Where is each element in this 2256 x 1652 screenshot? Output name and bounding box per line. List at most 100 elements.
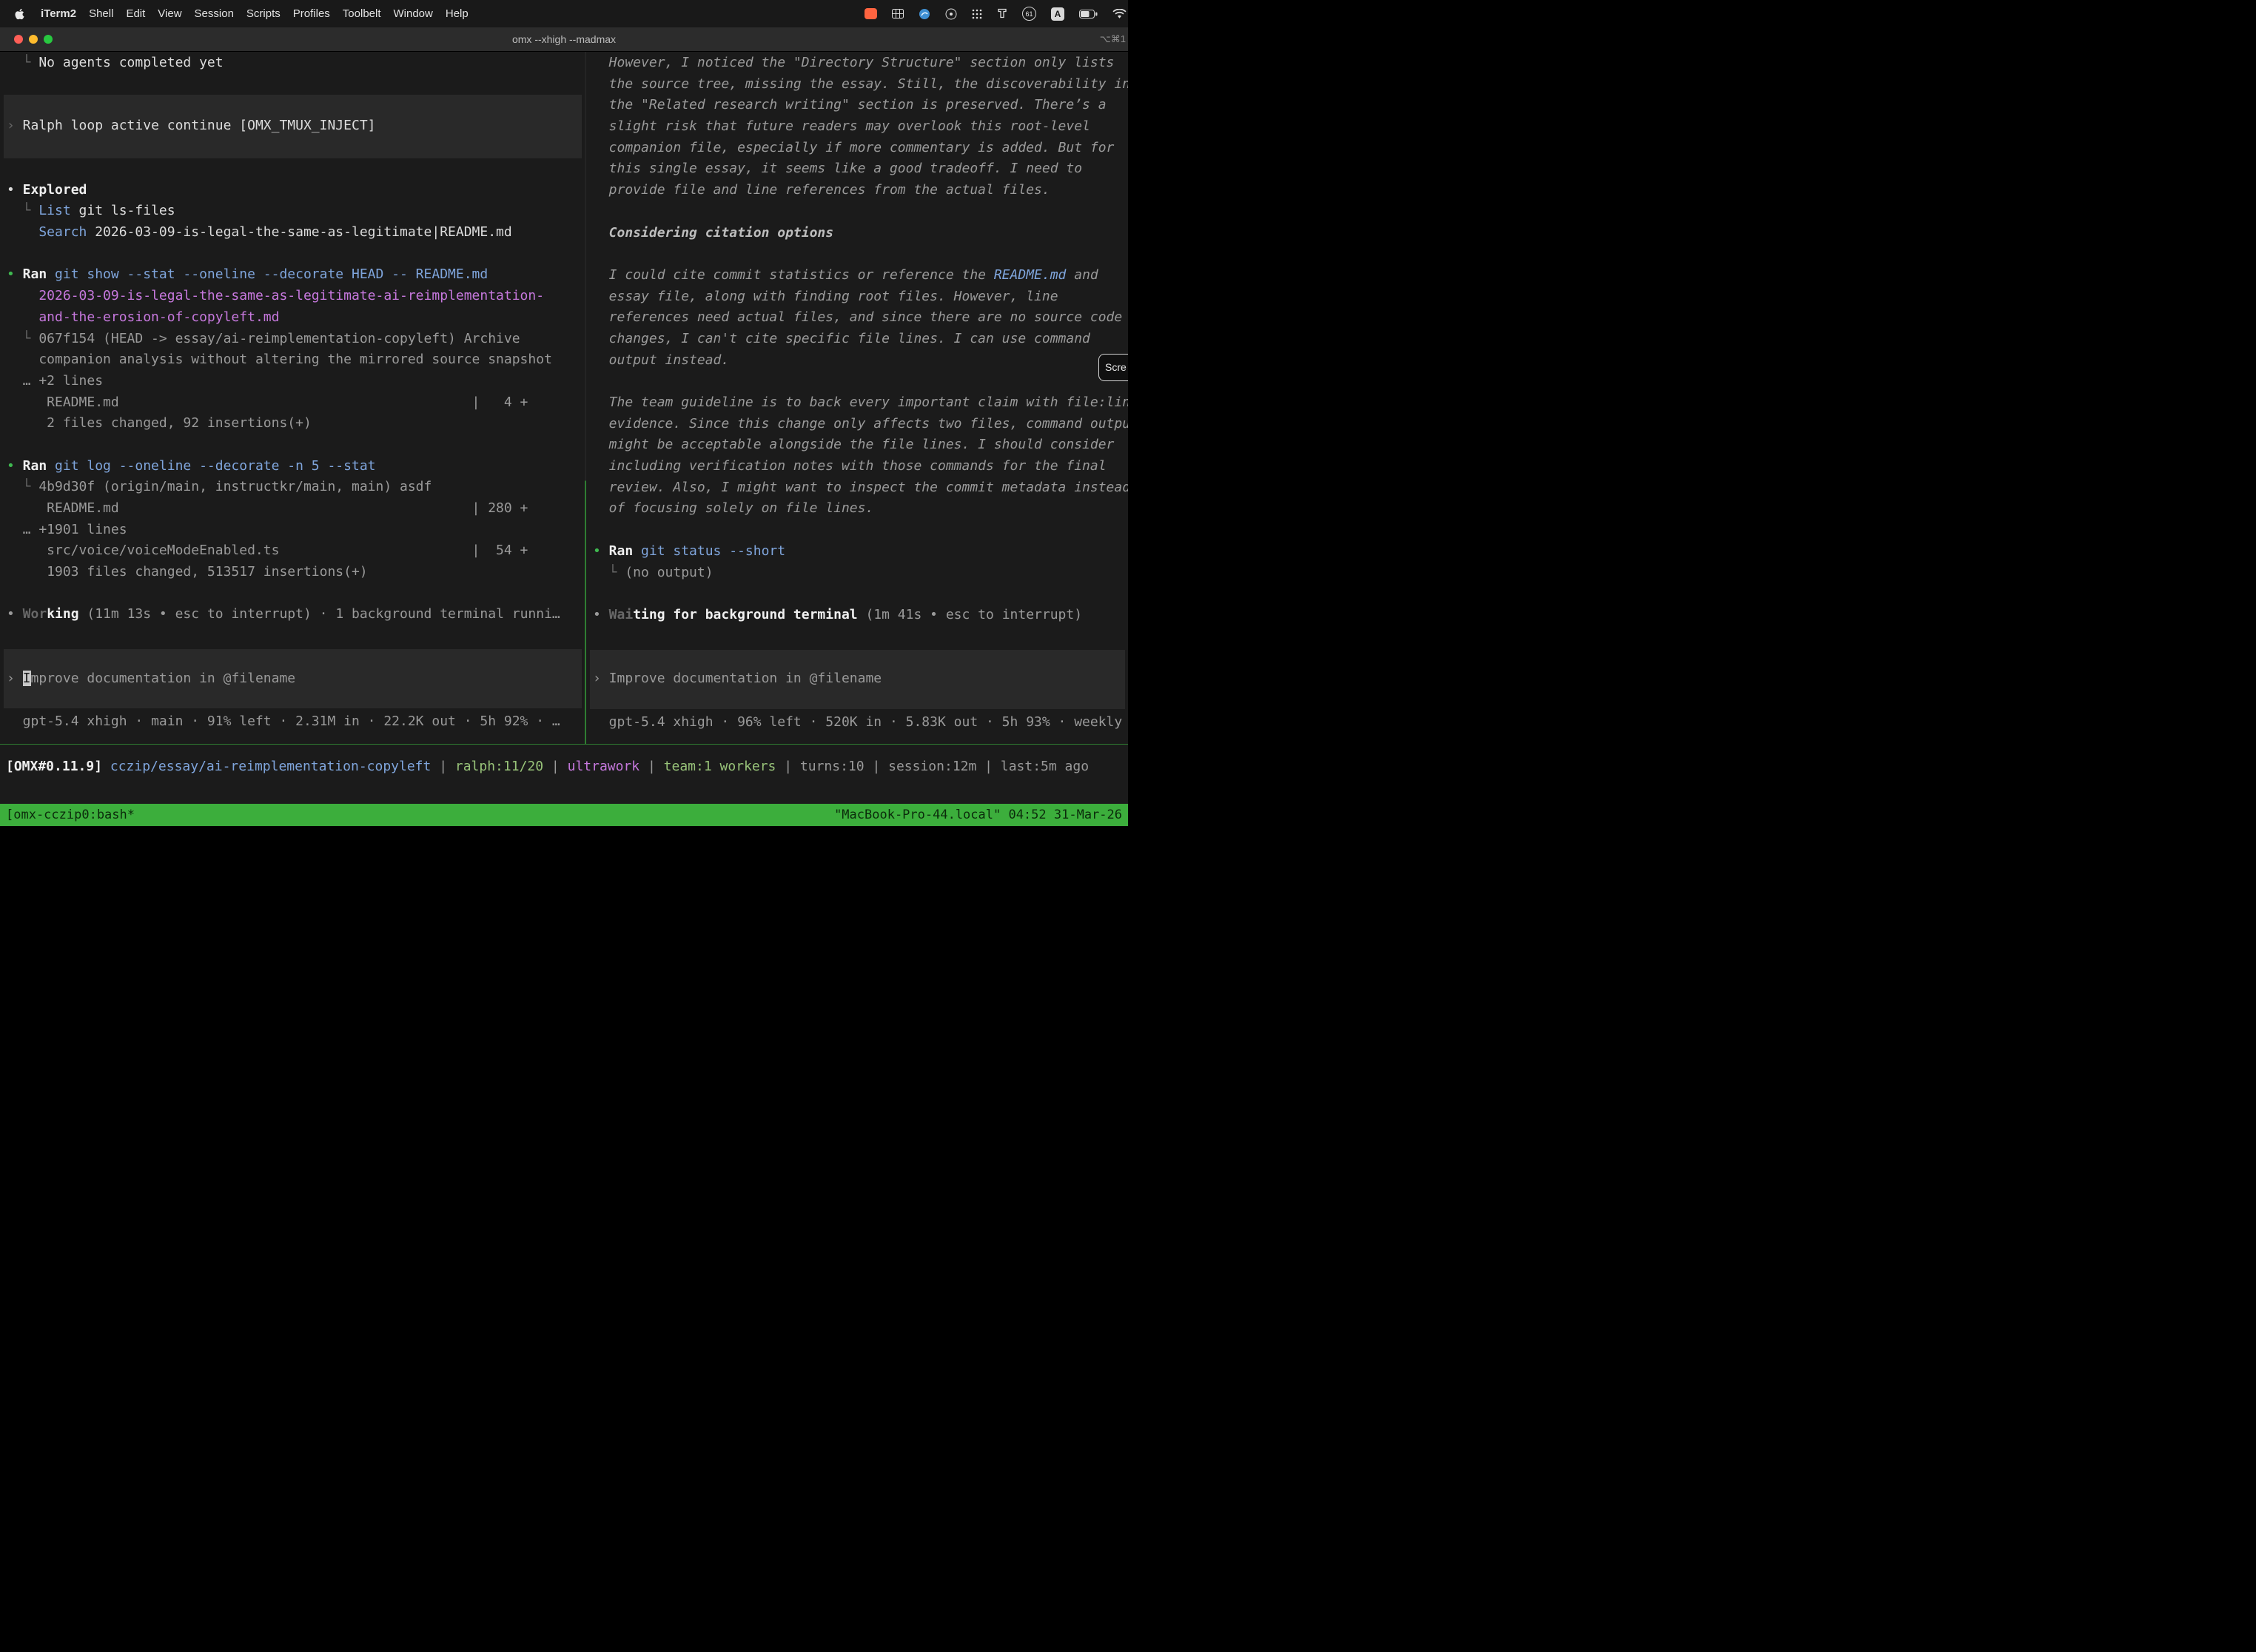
reasoning-line: including verification notes with those … <box>593 456 1128 477</box>
commit-text-wrap: companion analysis without altering the … <box>7 349 585 371</box>
reasoning-line: references need actual files, and since … <box>593 307 1128 329</box>
tree-connector: └ <box>7 203 31 218</box>
left-pane[interactable]: └No agents completed yet ›Ralph loop act… <box>0 52 585 744</box>
waiting-rest: ting for background terminal <box>633 607 857 622</box>
git-show-command: git show --stat --oneline --decorate HEA… <box>55 266 488 282</box>
screen-overlay-button[interactable]: Scre <box>1098 354 1128 381</box>
close-window-button[interactable] <box>14 35 23 44</box>
reasoning-text: I could cite commit statistics or refere… <box>609 267 994 283</box>
menu-item-edit[interactable]: Edit <box>126 7 145 20</box>
readme-file-reference: README.md <box>994 267 1067 283</box>
menu-item-view[interactable]: View <box>158 7 181 20</box>
input-text: Improve documentation in @filename <box>609 668 882 690</box>
separator: | <box>639 759 664 774</box>
grid-icon[interactable] <box>892 9 904 19</box>
screen-recording-indicator-icon[interactable] <box>865 8 877 19</box>
menu-item-help[interactable]: Help <box>446 7 469 20</box>
tmux-host-clock: "MacBook-Pro-44.local" 04:52 31-Mar-26 <box>834 807 1122 822</box>
prompt-input[interactable]: ›Improve documentation in @filename <box>590 650 1125 709</box>
diffstat-summary: 1903 files changed, 513517 insertions(+) <box>7 562 585 583</box>
menu-item-toolbelt[interactable]: Toolbelt <box>343 7 381 20</box>
menu-item-iterm2[interactable]: iTerm2 <box>41 7 76 20</box>
menu-bar-status-icons: 61 A <box>865 7 1127 21</box>
reasoning-line: I could cite commit statistics or refere… <box>593 265 1128 286</box>
screen: iTerm2 Shell Edit View Session Scripts P… <box>0 0 1128 826</box>
ran-verb: Ran <box>23 458 47 474</box>
blue-app-icon[interactable] <box>919 8 930 20</box>
working-rest: king <box>47 606 78 622</box>
bullet-icon: • <box>593 543 601 559</box>
dots-grid-icon[interactable] <box>972 9 982 19</box>
omx-ralph-counter: ralph:11/20 <box>455 759 543 774</box>
minimize-window-button[interactable] <box>29 35 38 44</box>
log-commit-text: 4b9d30f (origin/main, instructkr/main, m… <box>38 479 432 494</box>
reasoning-line: provide file and line references from th… <box>593 180 1128 201</box>
menu-item-scripts[interactable]: Scripts <box>246 7 281 20</box>
bullet-icon: • <box>7 606 15 622</box>
menu-item-session[interactable]: Session <box>195 7 234 20</box>
right-pane[interactable]: However, I noticed the "Directory Struct… <box>586 52 1128 744</box>
separator: | <box>976 759 1001 774</box>
waiting-detail: (1m 41s • esc to interrupt) <box>858 607 1082 622</box>
bullet-icon: • <box>7 458 15 474</box>
traffic-lights <box>0 35 53 44</box>
input-source-icon[interactable]: A <box>1051 7 1064 21</box>
tree-connector: └ <box>7 479 31 494</box>
reasoning-heading: Considering citation options <box>593 223 1128 244</box>
disc-app-icon[interactable] <box>945 8 957 20</box>
tmux-session-window[interactable]: [omx-cczip0:bash* <box>6 807 135 822</box>
ran-git-show-header: •Rangit show --stat --oneline --decorate… <box>7 264 585 286</box>
waiting-label: Waiting for background terminal <box>609 607 858 622</box>
blank-line <box>593 371 1128 392</box>
log-commit-line: └ 4b9d30f (origin/main, instructkr/main, … <box>7 477 585 498</box>
explored-header: •Explored <box>7 180 585 201</box>
explored-list-line: └ List git ls-files <box>7 201 585 222</box>
reasoning-text: and <box>1066 267 1098 283</box>
list-command: git ls-files <box>79 203 175 218</box>
menu-item-shell[interactable]: Shell <box>89 7 113 20</box>
window-title-bar: omx --xhigh --madmax ⌥⌘1 <box>0 27 1128 52</box>
omx-turns: turns:10 <box>800 759 865 774</box>
menu-item-window[interactable]: Window <box>394 7 433 20</box>
reasoning-line: evidence. Since this change only affects… <box>593 414 1128 435</box>
window-title: omx --xhigh --madmax <box>0 33 1128 45</box>
reasoning-line: However, I noticed the "Directory Struct… <box>593 53 1128 74</box>
zoom-window-button[interactable] <box>44 35 53 44</box>
blank-line <box>593 520 1128 541</box>
prompt-input[interactable]: ›Improve documentation in @filename <box>4 649 582 708</box>
bullet-icon: • <box>593 607 601 622</box>
blank-line <box>7 244 585 265</box>
menu-bar: iTerm2 Shell Edit View Session Scripts P… <box>0 0 1128 27</box>
reasoning-line: slight risk that future readers may over… <box>593 116 1128 138</box>
working-label: Working <box>23 606 79 622</box>
waiting-shimmer: Wai <box>609 607 634 622</box>
working-shimmer: Wor <box>23 606 47 622</box>
clamp-tool-icon[interactable] <box>997 8 1007 19</box>
ran-verb: Ran <box>23 266 47 282</box>
gauge-value: 61 <box>1025 10 1033 18</box>
bullet-icon: • <box>7 182 15 198</box>
battery-gauge-icon[interactable]: 61 <box>1022 7 1036 21</box>
wifi-icon[interactable] <box>1112 9 1127 19</box>
omx-status-line: [OMX#0.11.9]cczip/essay/ai-reimplementat… <box>0 744 1128 804</box>
git-status-command: git status --short <box>641 543 785 559</box>
explored-search-line: Search2026-03-09-is-legal-the-same-as-le… <box>7 222 585 244</box>
blank-line <box>593 244 1128 265</box>
apple-logo-icon[interactable] <box>14 7 25 21</box>
omx-session-time: session:12m <box>888 759 976 774</box>
reasoning-line: review. Also, I might want to inspect th… <box>593 477 1128 499</box>
diffstat-summary: 2 files changed, 92 insertions(+) <box>7 413 585 434</box>
separator: | <box>543 759 568 774</box>
list-verb: List <box>38 203 70 218</box>
reasoning-line: The team guideline is to back every impo… <box>593 392 1128 414</box>
blank-line <box>593 583 1128 605</box>
tree-connector: └ <box>593 565 617 580</box>
battery-icon[interactable] <box>1079 10 1098 19</box>
terminal-panes: └No agents completed yet ›Ralph loop act… <box>0 52 1128 744</box>
working-detail: (11m 13s • esc to interrupt) · 1 backgro… <box>79 606 560 622</box>
tree-connector: └ <box>7 331 31 346</box>
menu-item-profiles[interactable]: Profiles <box>293 7 330 20</box>
ran-git-status-header: •Rangit status --short <box>593 541 1128 563</box>
essay-filename-line-2: and-the-erosion-of-copyleft.md <box>7 307 585 329</box>
working-status-line: • Working (11m 13s • esc to interrupt) · … <box>7 604 585 625</box>
